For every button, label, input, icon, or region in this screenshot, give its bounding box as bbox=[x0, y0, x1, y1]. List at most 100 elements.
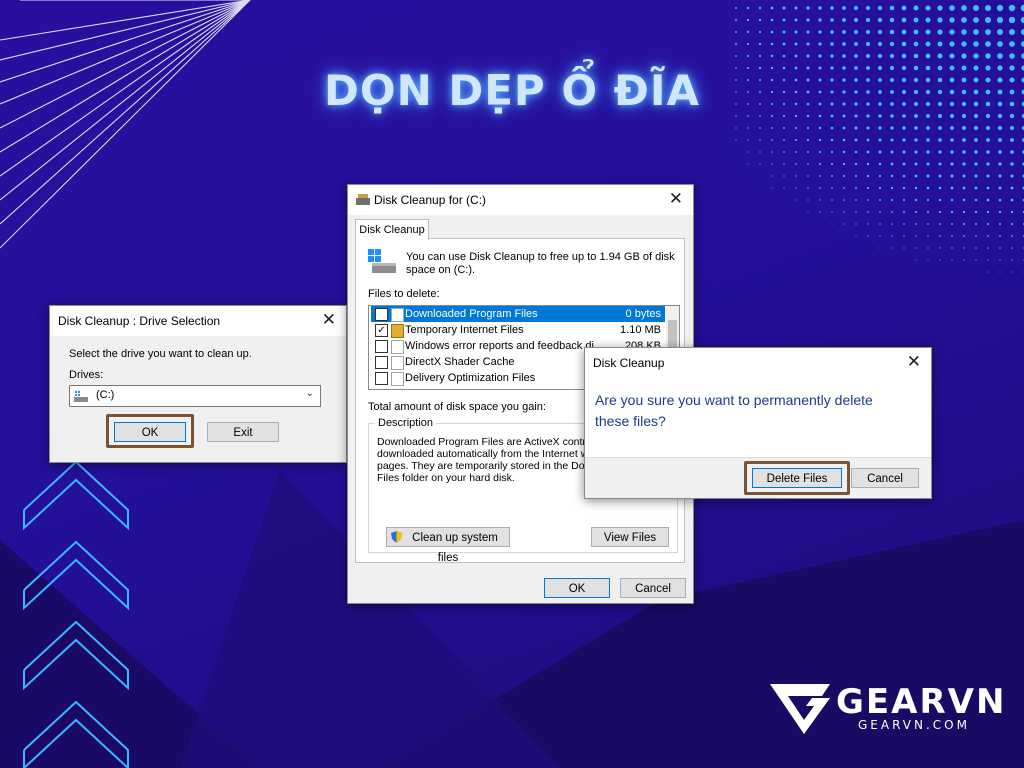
bg-dot bbox=[974, 198, 978, 202]
bg-dot bbox=[986, 210, 990, 214]
bg-dot bbox=[747, 163, 749, 165]
bg-dot bbox=[842, 6, 846, 10]
bg-dot bbox=[771, 151, 773, 153]
bg-dot bbox=[926, 150, 930, 154]
file-checkbox[interactable] bbox=[375, 340, 388, 353]
bg-dot bbox=[903, 223, 905, 225]
dialog-title: Disk Cleanup for (C:) bbox=[374, 193, 487, 207]
bg-dot bbox=[854, 174, 858, 178]
bg-dot bbox=[974, 150, 978, 154]
button-bar: Delete Files Cancel bbox=[585, 457, 931, 498]
shield-icon bbox=[391, 531, 402, 543]
dialog-title: Disk Cleanup bbox=[593, 356, 665, 370]
bg-dot bbox=[901, 41, 907, 47]
cancel-button[interactable]: Cancel bbox=[620, 578, 686, 598]
bg-dot bbox=[758, 30, 762, 34]
bg-dot bbox=[831, 223, 833, 225]
bg-dot bbox=[854, 126, 858, 130]
bg-dot bbox=[1011, 247, 1013, 249]
bg-dot bbox=[1009, 41, 1015, 47]
clean-up-system-files-button[interactable]: Clean up system files bbox=[386, 527, 510, 564]
bg-dot bbox=[818, 30, 822, 34]
bg-dot bbox=[938, 162, 942, 166]
bg-dot bbox=[939, 247, 941, 249]
confirm-dialog: Disk Cleanup ✕ Are you sure you want to … bbox=[584, 347, 932, 499]
bg-dot bbox=[998, 222, 1002, 226]
bg-dot bbox=[795, 199, 797, 201]
bg-dot bbox=[914, 126, 918, 130]
bg-dot bbox=[842, 126, 846, 130]
close-icon[interactable]: ✕ bbox=[322, 311, 336, 329]
bg-dot bbox=[974, 186, 978, 190]
tab-disk-cleanup[interactable]: Disk Cleanup bbox=[355, 219, 429, 240]
bg-dot bbox=[866, 54, 870, 58]
bg-dot bbox=[831, 175, 833, 177]
bg-dot bbox=[937, 29, 943, 35]
bg-dot bbox=[973, 41, 979, 47]
bg-dot bbox=[795, 175, 797, 177]
bg-dot bbox=[890, 138, 894, 142]
bg-dot bbox=[938, 174, 942, 178]
bg-dot bbox=[913, 29, 919, 35]
bg-dot bbox=[938, 150, 942, 154]
bg-dot bbox=[974, 138, 978, 142]
ok-button[interactable]: OK bbox=[544, 578, 610, 598]
bg-dot bbox=[902, 126, 906, 130]
bg-dot bbox=[866, 138, 870, 142]
drive-select[interactable]: (C:) ⌄ bbox=[69, 385, 321, 407]
close-icon[interactable]: ✕ bbox=[907, 353, 921, 371]
bg-dot bbox=[891, 247, 893, 249]
bg-dot bbox=[962, 162, 966, 166]
bg-dot bbox=[854, 18, 858, 22]
bg-dot bbox=[949, 5, 955, 11]
bg-dot bbox=[975, 223, 977, 225]
bg-dot bbox=[794, 18, 798, 22]
file-name: Downloaded Program Files bbox=[405, 308, 538, 320]
bg-dot bbox=[782, 42, 786, 46]
bg-dot bbox=[962, 138, 966, 142]
bg-dot bbox=[877, 5, 883, 11]
cancel-button[interactable]: Cancel bbox=[851, 468, 919, 488]
view-files-button[interactable]: View Files bbox=[591, 527, 669, 547]
bg-dot bbox=[843, 187, 845, 189]
bg-dot bbox=[782, 30, 786, 34]
bg-dot bbox=[951, 247, 953, 249]
bg-dot bbox=[783, 139, 785, 141]
bg-dot bbox=[782, 18, 786, 22]
bg-dot bbox=[903, 247, 905, 249]
file-name: Delivery Optimization Files bbox=[405, 372, 536, 384]
bg-dot bbox=[999, 247, 1001, 249]
bg-dot bbox=[1008, 4, 1016, 12]
file-row[interactable]: ✓ Downloaded Program Files 0 bytes bbox=[371, 306, 665, 322]
bg-dot bbox=[1010, 222, 1014, 226]
file-checkbox[interactable] bbox=[375, 356, 388, 369]
bg-dot bbox=[987, 259, 989, 261]
intro-text: You can use Disk Cleanup to free up to 1… bbox=[406, 251, 675, 276]
bg-dot bbox=[1009, 53, 1015, 59]
bg-dot bbox=[867, 211, 869, 213]
bg-dot bbox=[914, 186, 918, 190]
close-icon[interactable]: ✕ bbox=[669, 190, 683, 208]
bg-dot bbox=[782, 54, 786, 58]
exit-button[interactable]: Exit bbox=[207, 422, 279, 442]
bg-dot bbox=[915, 247, 917, 249]
bg-dot bbox=[771, 187, 773, 189]
file-checkbox[interactable] bbox=[375, 372, 388, 385]
bg-dot bbox=[938, 126, 942, 130]
file-row[interactable]: ✓ Temporary Internet Files 1.10 MB bbox=[371, 322, 665, 338]
bg-dot bbox=[735, 7, 737, 9]
file-checkbox[interactable]: ✓ bbox=[375, 308, 388, 321]
highlight-frame bbox=[106, 414, 194, 448]
bg-dot bbox=[806, 30, 810, 34]
bg-dot bbox=[975, 259, 977, 261]
bg-dot bbox=[890, 186, 894, 190]
bg-dot bbox=[878, 138, 882, 142]
bg-dot bbox=[818, 150, 822, 154]
bg-dot bbox=[996, 4, 1004, 12]
bg-dot bbox=[854, 54, 858, 58]
drive-prompt: Select the drive you want to clean up. bbox=[69, 348, 252, 360]
bg-dot bbox=[997, 41, 1003, 47]
file-checkbox[interactable]: ✓ bbox=[375, 324, 388, 337]
bg-dot bbox=[854, 162, 858, 166]
bg-dot bbox=[926, 162, 930, 166]
